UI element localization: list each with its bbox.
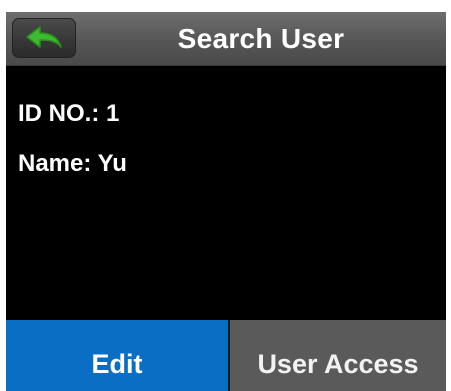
device-screen: Search User ID NO.: 1 Name: Yu Edit User… <box>6 12 446 391</box>
user-name-label: Name: <box>18 150 92 177</box>
title-bar: Search User <box>6 12 446 66</box>
back-arrow-icon <box>25 25 63 51</box>
user-access-button[interactable]: User Access <box>230 320 446 391</box>
back-button[interactable] <box>12 18 76 58</box>
edit-button[interactable]: Edit <box>6 320 230 391</box>
user-id-label: ID NO.: <box>18 100 100 127</box>
user-name-value: Yu <box>97 150 127 177</box>
action-bar: Edit User Access <box>6 320 446 391</box>
page-title: Search User <box>177 23 345 54</box>
user-name-line: Name: Yu <box>18 150 127 178</box>
user-details: ID NO.: 1 Name: Yu <box>6 67 446 321</box>
user-id-line: ID NO.: 1 <box>18 100 119 128</box>
user-id-value: 1 <box>106 100 120 127</box>
